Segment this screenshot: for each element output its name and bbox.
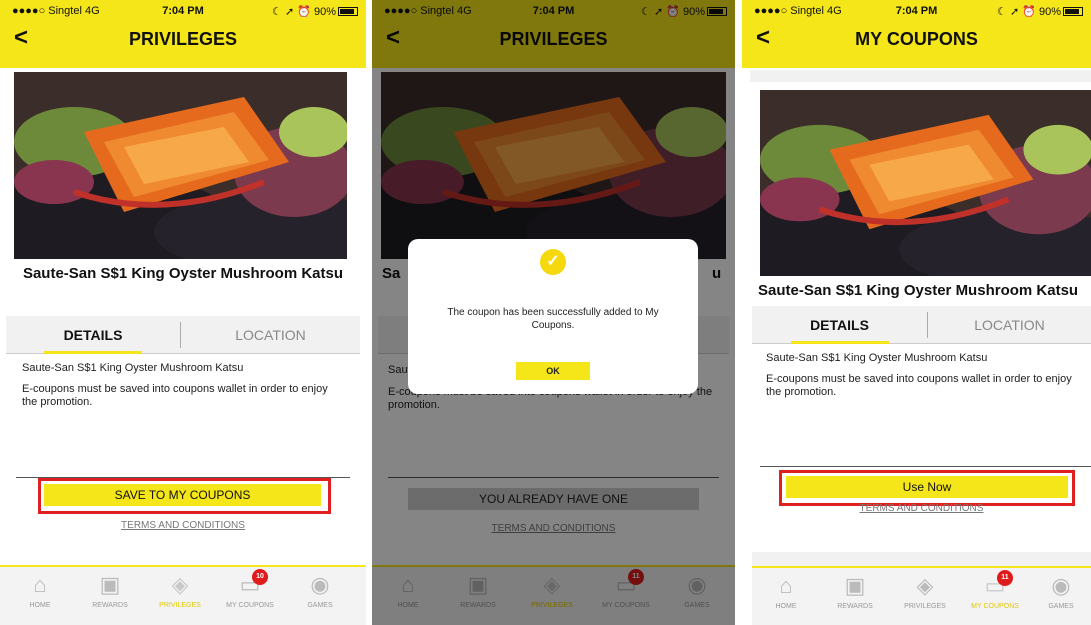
description: Saute-San S$1 King Oyster Mushroom Katsu…	[766, 352, 1077, 407]
tab-location[interactable]: LOCATION	[928, 306, 1091, 344]
terms-link[interactable]: TERMS AND CONDITIONS	[0, 520, 366, 531]
food-photo	[14, 72, 347, 259]
footer-spacer	[752, 552, 1091, 566]
tab-home-label: HOME	[29, 602, 51, 609]
tab-games-label: GAMES	[1048, 603, 1074, 610]
header-spacer	[750, 70, 1091, 82]
food-photo	[760, 90, 1091, 276]
product-name: Saute-San S$1 King Oyster Mushroom Katsu	[22, 265, 344, 282]
tab-my-coupons-label: MY COUPONS	[971, 603, 1019, 610]
tab-home[interactable]: ⌂ HOME	[10, 571, 70, 609]
gift-icon: ▣	[99, 572, 121, 597]
save-to-my-coupons-button[interactable]: SAVE TO MY COUPONS	[44, 484, 321, 506]
tab-games[interactable]: ◉ GAMES	[290, 571, 350, 609]
status-bar: ●●●●○ Singtel 4G 7:04 PM ☾ ➚ ⏰ 90%	[742, 0, 1091, 22]
tag-icon: ◈	[171, 572, 189, 597]
coupon-icon: ▭	[984, 573, 1006, 598]
dialog-message: The coupon has been successfully added t…	[447, 307, 659, 331]
product-name: Saute-San S$1 King Oyster Mushroom Katsu	[758, 282, 1079, 299]
use-now-button[interactable]: Use Now	[786, 476, 1068, 498]
tab-location[interactable]: LOCATION	[181, 316, 360, 354]
description: Saute-San S$1 King Oyster Mushroom Katsu…	[22, 362, 344, 417]
checkmark-icon: ✓	[540, 249, 566, 275]
tab-privileges[interactable]: ◈ PRIVILEGES	[895, 572, 955, 610]
status-icons: ☾ ➚ ⏰ 90%	[272, 5, 358, 18]
home-icon: ⌂	[33, 572, 47, 597]
gift-icon: ▣	[844, 573, 866, 598]
coupon-icon: ▭	[239, 572, 261, 597]
tab-details[interactable]: DETAILS	[752, 306, 927, 344]
status-icons: ☾ ➚ ⏰ 90%	[997, 5, 1083, 18]
detail-tabs: DETAILS LOCATION	[752, 306, 1091, 344]
home-icon: ⌂	[779, 573, 793, 598]
ok-button[interactable]: OK	[516, 362, 590, 380]
coupon-count-badge: 10	[252, 569, 268, 585]
page-title: MY COUPONS	[855, 29, 978, 49]
tab-privileges-label: PRIVILEGES	[904, 603, 946, 610]
tab-my-coupons-label: MY COUPONS	[226, 602, 274, 609]
status-right-label: ☾ ➚ ⏰ 90%	[272, 6, 336, 18]
tab-details[interactable]: DETAILS	[6, 316, 180, 354]
detail-tabs: DETAILS LOCATION	[6, 316, 360, 354]
header: ●●●●○ Singtel 4G 7:04 PM ☾ ➚ ⏰ 90% < PRI…	[0, 0, 366, 68]
screen-privileges-dialog: ●●●●○ Singtel 4G 7:04 PM ☾ ➚ ⏰ 90% < PRI…	[372, 0, 735, 625]
description-title: Saute-San S$1 King Oyster Mushroom Katsu	[766, 352, 988, 364]
description-title: Saute-San S$1 King Oyster Mushroom Katsu	[22, 362, 244, 374]
tab-home-label: HOME	[775, 603, 797, 610]
tag-icon: ◈	[916, 573, 934, 598]
tab-privileges-label: PRIVILEGES	[159, 602, 201, 609]
tab-rewards[interactable]: ▣ REWARDS	[825, 572, 885, 610]
screen-privileges: ●●●●○ Singtel 4G 7:04 PM ☾ ➚ ⏰ 90% < PRI…	[0, 0, 366, 625]
tab-my-coupons[interactable]: ▭ 11 MY COUPONS	[965, 570, 1025, 610]
tab-games-label: GAMES	[307, 602, 333, 609]
success-dialog: ✓ The coupon has been successfully added…	[408, 239, 698, 394]
terms-link[interactable]: TERMS AND CONDITIONS	[752, 503, 1091, 514]
tab-my-coupons[interactable]: ▭ 10 MY COUPONS	[220, 569, 280, 609]
status-bar: ●●●●○ Singtel 4G 7:04 PM ☾ ➚ ⏰ 90%	[0, 0, 366, 22]
product-image	[760, 90, 1091, 276]
battery-icon	[1063, 7, 1083, 16]
bottom-tab-bar: ⌂ HOME ▣ REWARDS ◈ PRIVILEGES ▭ 11 MY COUPONS…	[752, 566, 1091, 625]
header: ●●●●○ Singtel 4G 7:04 PM ☾ ➚ ⏰ 90% < MY …	[742, 0, 1091, 68]
gamepad-icon: ◉	[310, 572, 330, 597]
screen-my-coupons: ●●●●○ Singtel 4G 7:04 PM ☾ ➚ ⏰ 90% < MY …	[742, 0, 1091, 625]
tab-games[interactable]: ◉ GAMES	[1031, 572, 1091, 610]
bottom-tab-bar: ⌂ HOME ▣ REWARDS ◈ PRIVILEGES ▭ 10 MY COUPONS…	[0, 565, 366, 625]
page-title: PRIVILEGES	[128, 29, 238, 49]
tab-privileges[interactable]: ◈ PRIVILEGES	[150, 571, 210, 609]
description-body: E-coupons must be saved into coupons wal…	[766, 373, 1072, 398]
description-body: E-coupons must be saved into coupons wal…	[22, 383, 328, 408]
tab-rewards[interactable]: ▣ REWARDS	[80, 571, 140, 609]
battery-icon	[338, 7, 358, 16]
coupon-count-badge: 11	[997, 570, 1013, 586]
status-right-label: ☾ ➚ ⏰ 90%	[997, 6, 1061, 18]
gamepad-icon: ◉	[1051, 573, 1071, 598]
tab-home[interactable]: ⌂ HOME	[756, 572, 816, 610]
tab-rewards-label: REWARDS	[837, 603, 873, 610]
tab-rewards-label: REWARDS	[92, 602, 128, 609]
product-image	[14, 72, 347, 259]
divider	[760, 466, 1091, 467]
